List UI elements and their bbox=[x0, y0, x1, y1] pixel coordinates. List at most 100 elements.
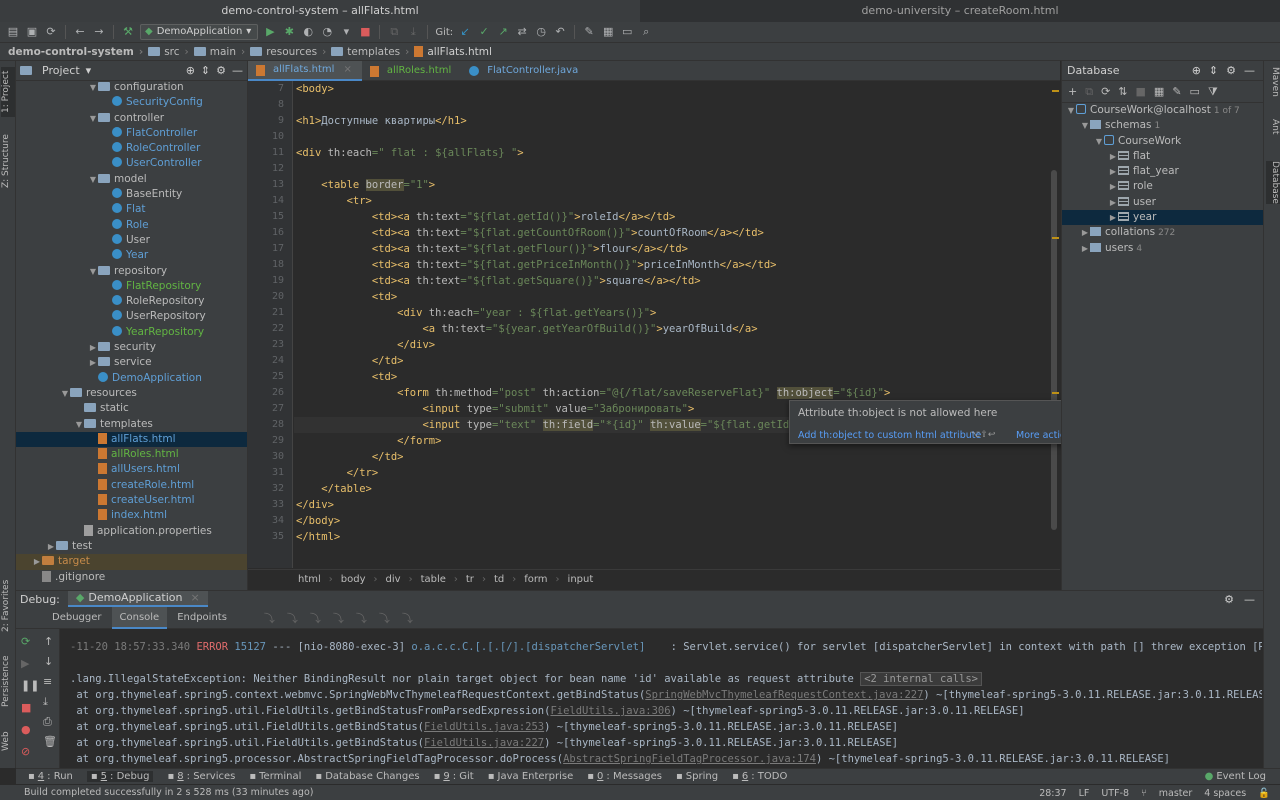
gear-icon[interactable]: ⚙ bbox=[1226, 64, 1236, 77]
scroll-down-icon[interactable]: ↓ bbox=[44, 655, 53, 668]
chevron-down-icon[interactable]: ▼ bbox=[1094, 134, 1104, 149]
database-tree-item[interactable]: ▶ collations 272 bbox=[1062, 225, 1263, 240]
resume-icon[interactable]: ▶ bbox=[21, 657, 29, 670]
code-line[interactable]: </html> bbox=[296, 529, 340, 545]
console-line[interactable]: at org.thymeleaf.spring5.util.FieldUtils… bbox=[70, 703, 1024, 719]
chevron-right-icon[interactable]: ▶ bbox=[32, 554, 42, 569]
search-icon[interactable]: ⌕ bbox=[639, 25, 653, 39]
rerun-icon[interactable]: ⟳ bbox=[21, 635, 30, 648]
hide-panel-icon[interactable]: — bbox=[1244, 593, 1255, 606]
tool-window-button[interactable]: ▪ 9: Git bbox=[434, 771, 474, 782]
code-line[interactable]: <td> bbox=[296, 289, 397, 305]
chevron-down-icon[interactable]: ▼ bbox=[88, 80, 98, 95]
stop-icon[interactable]: ■ bbox=[21, 701, 31, 714]
code-line[interactable]: <tr> bbox=[296, 193, 372, 209]
sync-icon[interactable]: ⟳ bbox=[44, 25, 58, 39]
warning-stripe-mark[interactable] bbox=[1052, 237, 1059, 239]
code-line[interactable]: <div th:each="year : ${flat.getYears()}"… bbox=[296, 305, 656, 321]
project-tree-item[interactable]: YearRepository bbox=[16, 325, 247, 340]
indent-setting[interactable]: 4 spaces bbox=[1204, 788, 1246, 799]
editor-breadcrumb-item[interactable]: form bbox=[524, 574, 567, 585]
edit-icon[interactable]: ✎ bbox=[1172, 85, 1181, 98]
code-line[interactable]: <table border="1"> bbox=[296, 177, 435, 193]
locate-icon[interactable]: ⊕ bbox=[186, 64, 195, 77]
chevron-right-icon[interactable]: ▶ bbox=[1108, 149, 1118, 164]
code-editor[interactable]: 7 8 9 10 11 12 13 14 15 16 17 18 19 20 21 22 23 24 25 26 27 2… bbox=[248, 81, 1060, 568]
editor-scrollbar[interactable] bbox=[1051, 170, 1057, 530]
attach-icon[interactable]: ⧉ bbox=[387, 25, 401, 39]
quick-fix-link[interactable]: Add th:object to custom html attribute bbox=[798, 430, 981, 441]
project-tree-item[interactable]: allUsers.html bbox=[16, 462, 247, 477]
window-title-inactive[interactable]: demo-university – createRoom.html bbox=[640, 0, 1280, 22]
project-tree-item[interactable]: ▶ security bbox=[16, 340, 247, 355]
tool-window-button[interactable]: ▪ Terminal bbox=[249, 771, 301, 782]
copy-icon[interactable]: ⧉ bbox=[1085, 85, 1093, 99]
mute-breakpoints-icon[interactable]: ⊘ bbox=[21, 745, 30, 758]
debug-tab[interactable]: Endpoints bbox=[169, 607, 235, 629]
hide-panel-icon[interactable]: — bbox=[1244, 64, 1255, 77]
coverage-icon[interactable]: ◐ bbox=[301, 25, 315, 39]
project-tree-item[interactable]: static bbox=[16, 401, 247, 416]
database-tool-tab[interactable]: Database bbox=[1266, 161, 1280, 204]
code-line[interactable]: </div> bbox=[296, 337, 435, 353]
favorites-tool-tab[interactable]: 2: Favorites bbox=[1, 576, 15, 636]
collapse-all-icon[interactable]: ⇕ bbox=[1209, 64, 1218, 77]
database-tree-item[interactable]: ▶ role bbox=[1062, 179, 1263, 194]
chevron-right-icon[interactable]: ▶ bbox=[46, 539, 56, 554]
git-push-icon[interactable]: ↗ bbox=[496, 25, 510, 39]
editor-tab[interactable]: allRoles.html bbox=[362, 61, 461, 81]
save-all-icon[interactable]: ▣ bbox=[25, 25, 39, 39]
breadcrumb-item[interactable]: templates bbox=[331, 46, 414, 58]
editor-breadcrumb-item[interactable]: html bbox=[298, 574, 341, 585]
code-line[interactable]: </body> bbox=[296, 513, 340, 529]
database-tree-item[interactable]: ▼ schemas 1 bbox=[1062, 118, 1263, 133]
chevron-down-icon[interactable]: ▼ bbox=[1080, 118, 1090, 133]
gear-icon[interactable]: ⚙ bbox=[1224, 593, 1234, 606]
stacktrace-link[interactable]: FieldUtils.java:306 bbox=[550, 705, 670, 717]
tool-window-button[interactable]: ▪ 5: Debug bbox=[86, 771, 154, 782]
tool-window-button[interactable]: ▪ 8: Services bbox=[167, 771, 235, 782]
project-tree-item[interactable]: BaseEntity bbox=[16, 187, 247, 202]
update-icon[interactable]: ⤓ bbox=[406, 25, 420, 39]
project-tree-item[interactable]: ▼ repository bbox=[16, 264, 247, 279]
project-tree-item[interactable]: UserRepository bbox=[16, 309, 247, 324]
project-tree-item[interactable]: ▼ model bbox=[16, 172, 247, 187]
run-to-cursor-icon[interactable]: ⤵ bbox=[379, 610, 390, 626]
event-log-button[interactable]: ● Event Log bbox=[1205, 771, 1266, 782]
console-line[interactable]: .lang.IllegalStateException: Neither Bin… bbox=[70, 671, 982, 687]
chevron-down-icon[interactable]: ▼ bbox=[60, 386, 70, 401]
breadcrumb-item[interactable]: allFlats.html bbox=[414, 46, 502, 58]
project-tree-item[interactable]: RoleController bbox=[16, 141, 247, 156]
stacktrace-link[interactable]: AbstractSpringFieldTagProcessor.java:174 bbox=[563, 753, 816, 765]
chevron-right-icon[interactable]: ▶ bbox=[1108, 164, 1118, 179]
database-tree-item[interactable]: ▶ flat bbox=[1062, 149, 1263, 164]
project-tree-item[interactable]: DemoApplication bbox=[16, 371, 247, 386]
stacktrace-link[interactable]: FieldUtils.java:227 bbox=[424, 737, 544, 749]
code-line[interactable]: <td><a th:text="${flat.getCountOfRoom()}… bbox=[296, 225, 764, 241]
ant-tool-tab[interactable]: Ant bbox=[1266, 119, 1280, 134]
force-step-into-icon[interactable]: ⤵ bbox=[310, 610, 321, 626]
code-line[interactable]: <td><a th:text="${flat.getSquare()}">squ… bbox=[296, 273, 701, 289]
breadcrumb-item[interactable]: demo-control-system bbox=[8, 46, 148, 58]
debug-session-tab[interactable]: ◆ DemoApplication × bbox=[67, 591, 208, 607]
git-compare-icon[interactable]: ⇄ bbox=[515, 25, 529, 39]
chevron-right-icon[interactable]: ▶ bbox=[1108, 195, 1118, 210]
chevron-down-icon[interactable]: ▾ bbox=[86, 64, 92, 77]
editor-breadcrumb-item[interactable]: tr bbox=[466, 574, 494, 585]
project-tree-item[interactable]: .gitignore bbox=[16, 570, 247, 585]
hide-panel-icon[interactable]: — bbox=[232, 64, 243, 77]
forward-icon[interactable]: → bbox=[92, 25, 106, 39]
more-run-icon[interactable]: ▾ bbox=[339, 25, 353, 39]
view-breakpoints-icon[interactable]: ● bbox=[21, 723, 31, 736]
step-into-icon[interactable]: ⤵ bbox=[287, 610, 298, 626]
project-tree-item[interactable]: SecurityConfig bbox=[16, 95, 247, 110]
chevron-right-icon[interactable]: ▶ bbox=[1108, 179, 1118, 194]
status-message[interactable]: Build completed successfully in 2 s 528 … bbox=[24, 787, 314, 798]
tool-window-button[interactable]: ▪ 6: TODO bbox=[732, 771, 787, 782]
code-line[interactable]: <td><a th:text="${flat.getId()}">roleId<… bbox=[296, 209, 676, 225]
soft-wrap-icon[interactable]: ≡ bbox=[43, 675, 52, 688]
window-title-active[interactable]: demo-control-system – allFlats.html bbox=[0, 0, 640, 22]
debug-tab[interactable]: Debugger bbox=[44, 607, 110, 629]
project-tree-item[interactable]: index.html bbox=[16, 508, 247, 523]
console-line[interactable]: at org.thymeleaf.spring5.processor.Abstr… bbox=[70, 751, 1170, 767]
